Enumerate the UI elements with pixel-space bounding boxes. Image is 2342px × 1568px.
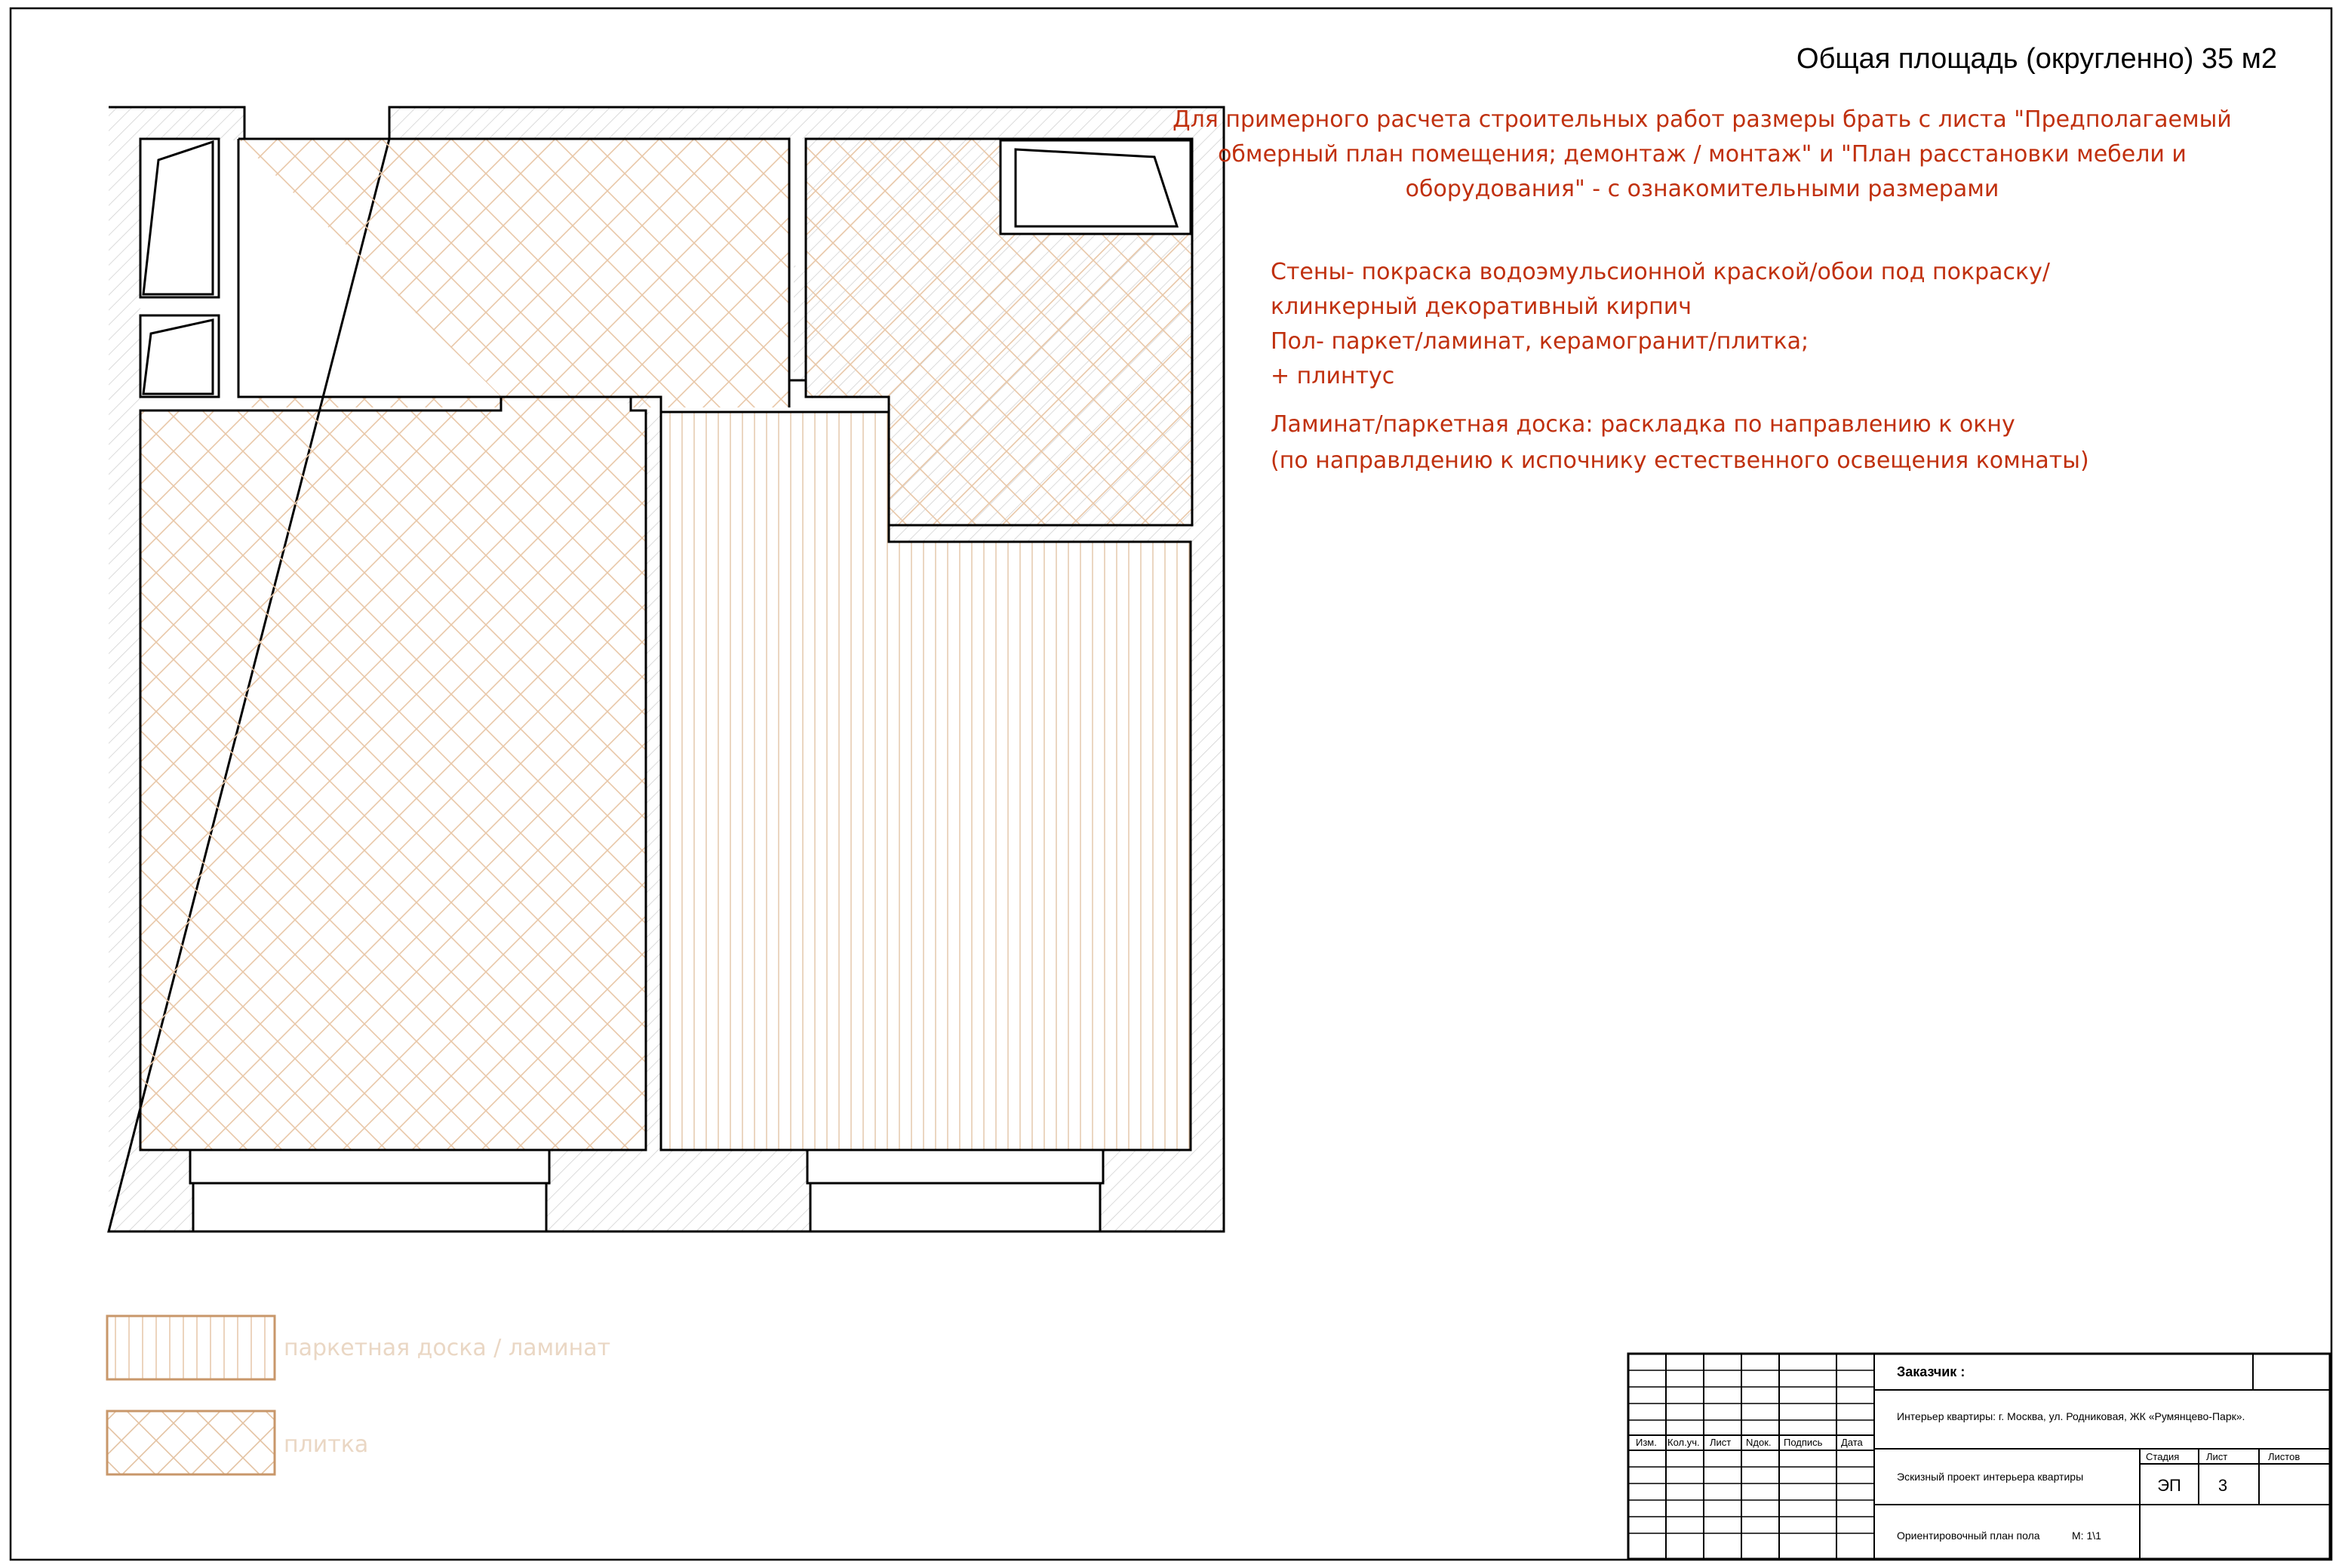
project-description: Интерьер квартиры: г. Москва, ул. Родник… — [1897, 1410, 2245, 1422]
col-header-podpis: Подпись — [1784, 1437, 1823, 1448]
note-main-line-1: Для примерного расчета строительных рабо… — [1173, 106, 2232, 133]
stage-value: ЭП — [2157, 1476, 2181, 1495]
room-kitchen — [139, 395, 647, 1151]
col-header-list: Лист — [1710, 1437, 1731, 1448]
col-header-izm: Изм. — [1636, 1437, 1657, 1448]
sheet-name: Ориентировочный план пола — [1897, 1530, 2040, 1542]
legend-label-laminate: паркетная доска / ламинат — [284, 1335, 610, 1361]
room-hall — [238, 139, 789, 407]
project-type: Эскизный проект интерьера квартиры — [1897, 1471, 2083, 1483]
stage-header-listov: Листов — [2268, 1451, 2300, 1462]
legend: паркетная доска / ламинат плитка — [106, 1314, 610, 1476]
note-laminate-line-2: (по направлдению к испочнику естественно… — [1271, 447, 2089, 474]
note-materials-line-3: Пол- паркет/ламинат, керамогранит/плитка… — [1271, 328, 1809, 355]
note-laminate-line-1: Ламинат/паркетная доска: раскладка по на… — [1271, 411, 2015, 438]
scale-label: М: 1\1 — [2072, 1530, 2101, 1542]
legend-swatch-laminate — [106, 1314, 276, 1381]
window-right-sill — [809, 1182, 1102, 1233]
window-right — [806, 1148, 1105, 1185]
sheet-number: 3 — [2218, 1476, 2227, 1495]
note-main-line-2: обмерный план помещения; демонтаж / монт… — [1218, 141, 2187, 168]
stage-header-stadiya: Стадия — [2146, 1451, 2179, 1462]
note-materials-line-1: Стены- покраска водоэмульсионной краской… — [1271, 259, 2051, 285]
col-header-kol: Кол.уч. — [1667, 1437, 1700, 1448]
legend-label-tile: плитка — [284, 1431, 368, 1458]
title-block-text: Заказчик : Интерьер квартиры: г. Москва,… — [1636, 1364, 2300, 1542]
note-materials-line-4: + плинтус — [1271, 363, 1394, 389]
window-left — [189, 1148, 551, 1185]
window-left-sill — [192, 1182, 548, 1233]
col-header-ndok: Nдок. — [1746, 1437, 1772, 1448]
floor-plan — [107, 106, 1225, 1233]
note-materials-line-2: клинкерный декоративный кирпич — [1271, 294, 1692, 320]
stage-header-list: Лист — [2206, 1451, 2227, 1462]
floor-plan-sheet: Общая площадь (округленно) 35 м2 Для при… — [9, 7, 2333, 1561]
legend-swatch-tile — [106, 1410, 276, 1476]
col-header-data: Дата — [1841, 1437, 1864, 1448]
area-title: Общая площадь (округленно) 35 м2 — [1796, 43, 2277, 75]
construction-notes: Для примерного расчета строительных рабо… — [1173, 106, 2232, 474]
note-main-line-3: оборудования" - с ознакомительными разме… — [1406, 176, 1999, 202]
customer-label: Заказчик : — [1897, 1364, 1965, 1379]
